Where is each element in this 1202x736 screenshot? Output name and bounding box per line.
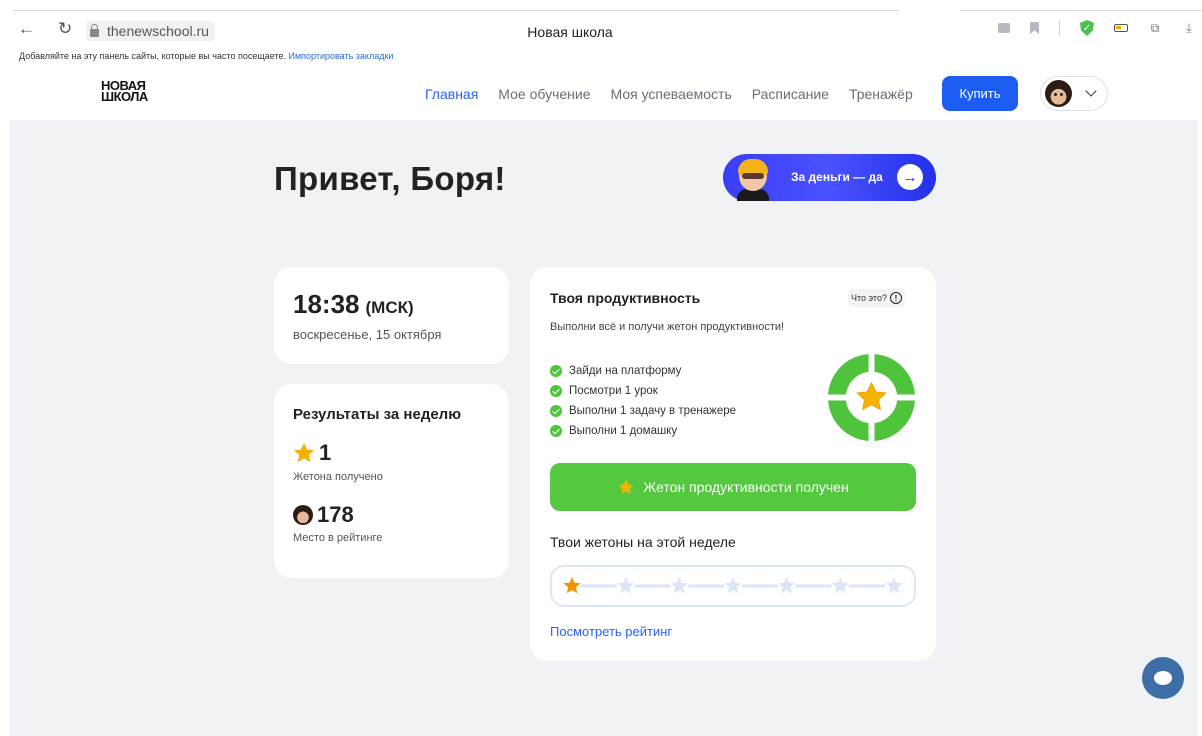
current-date: воскресенье, 15 октября bbox=[293, 327, 442, 342]
chat-button[interactable] bbox=[1142, 657, 1184, 699]
tokens-label: Жетона получено bbox=[293, 471, 383, 483]
download-icon[interactable]: ⤓ bbox=[1182, 21, 1196, 35]
what-is-this-button[interactable]: Что это? ! bbox=[848, 289, 905, 307]
productivity-subtitle: Выполни всё и получи жетон продуктивност… bbox=[550, 321, 785, 333]
time-card: 18:38 (МСК) воскресенье, 15 октября bbox=[274, 267, 509, 364]
scrollbar-track[interactable] bbox=[1198, 120, 1202, 736]
productivity-card: Твоя продуктивность Что это? ! Выполни в… bbox=[530, 267, 936, 661]
token-star-empty bbox=[724, 577, 742, 594]
star-icon bbox=[294, 443, 314, 462]
time-value: 18:38 bbox=[293, 289, 360, 319]
nav-item-home[interactable]: Главная bbox=[425, 86, 478, 102]
token-star-empty bbox=[831, 577, 849, 594]
avatar bbox=[1045, 80, 1072, 107]
week-tokens-title: Твои жетоны на этой неделе bbox=[550, 534, 736, 550]
task-label: Зайди на платформу bbox=[569, 365, 682, 377]
bookmarks-bar: Добавляйте на эту панель сайты, которые … bbox=[0, 48, 1202, 64]
arrow-right-icon: → bbox=[897, 164, 923, 190]
token-star-empty bbox=[617, 577, 635, 594]
nav-item-my-learning[interactable]: Мое обучение bbox=[498, 86, 590, 102]
rank-stat: 178 bbox=[293, 502, 354, 528]
view-rating-link[interactable]: Посмотреть рейтинг bbox=[550, 624, 672, 639]
bookmarks-hint: Добавляйте на эту панель сайты, которые … bbox=[19, 51, 286, 61]
site-logo[interactable]: НОВАЯ ШКОЛА bbox=[101, 79, 148, 104]
nav-item-schedule[interactable]: Расписание bbox=[752, 86, 829, 102]
nav-item-my-progress[interactable]: Моя успеваемость bbox=[611, 86, 732, 102]
productivity-ring bbox=[827, 353, 916, 442]
check-icon bbox=[550, 405, 562, 417]
page-title: Привет, Боря! bbox=[274, 160, 506, 197]
nav-item-trainer[interactable]: Тренажёр bbox=[849, 86, 913, 102]
rank-value: 178 bbox=[317, 502, 354, 527]
info-icon: ! bbox=[889, 292, 902, 304]
tab-divider bbox=[960, 10, 1202, 11]
check-icon bbox=[550, 365, 562, 377]
list-item: Посмотри 1 урок bbox=[550, 381, 736, 401]
main-nav: Главная Мое обучение Моя успеваемость Ра… bbox=[425, 86, 913, 102]
token-star-earned bbox=[563, 577, 581, 594]
site-header: НОВАЯ ШКОЛА Главная Мое обучение Моя усп… bbox=[0, 64, 1202, 120]
shield-icon[interactable]: ✓ bbox=[1080, 20, 1094, 36]
tokens-value: 1 bbox=[319, 440, 332, 465]
token-received-button[interactable]: Жетон продуктивности получен bbox=[550, 463, 916, 511]
import-bookmarks-link[interactable]: Импортировать закладки bbox=[289, 51, 394, 61]
logo-line2: ШКОЛА bbox=[101, 89, 148, 104]
extensions-area: ✓ ⧉ ⤓ bbox=[998, 20, 1196, 36]
task-label: Посмотри 1 урок bbox=[569, 385, 658, 397]
weekly-results-card: Результаты за неделю 1 Жетона получено 1… bbox=[274, 384, 509, 578]
promo-label: За деньги — да bbox=[791, 170, 883, 184]
token-star-empty bbox=[778, 577, 796, 594]
list-item: Выполни 1 задачу в тренажере bbox=[550, 401, 736, 421]
productivity-title: Твоя продуктивность bbox=[550, 290, 701, 306]
page-tab-title: Новая школа bbox=[527, 24, 613, 40]
avatar-icon bbox=[293, 505, 313, 525]
rank-label: Место в рейтинге bbox=[293, 532, 383, 544]
list-item: Выполни 1 домашку bbox=[550, 421, 736, 441]
tokens-stat: 1 bbox=[293, 440, 331, 466]
task-list: Зайди на платформу Посмотри 1 урок Выпол… bbox=[550, 361, 736, 441]
tab-divider bbox=[12, 10, 900, 11]
extension-icon[interactable]: ⧉ bbox=[1148, 21, 1162, 35]
toolbar-separator bbox=[1059, 21, 1060, 35]
battery-icon[interactable] bbox=[1114, 24, 1128, 32]
token-button-label: Жетон продуктивности получен bbox=[643, 479, 849, 495]
check-icon bbox=[550, 385, 562, 397]
token-star-empty bbox=[885, 577, 903, 594]
week-tokens-chart bbox=[563, 577, 903, 594]
star-icon bbox=[618, 479, 634, 494]
check-icon bbox=[550, 425, 562, 437]
promo-character-icon bbox=[735, 157, 771, 201]
list-item: Зайди на платформу bbox=[550, 361, 736, 381]
promo-banner[interactable]: За деньги — да → bbox=[723, 154, 936, 201]
buy-button[interactable]: Купить bbox=[942, 76, 1018, 111]
task-label: Выполни 1 домашку bbox=[569, 425, 678, 437]
messages-icon[interactable] bbox=[998, 23, 1010, 33]
browser-toolbar: ← ↻ thenewschool.ru Новая школа ✓ ⧉ ⤓ bbox=[0, 0, 1202, 48]
chevron-down-icon bbox=[1085, 85, 1097, 97]
bookmark-icon[interactable] bbox=[1030, 22, 1039, 34]
task-label: Выполни 1 задачу в тренажере bbox=[569, 405, 737, 417]
token-star-empty bbox=[670, 577, 688, 594]
what-is-this-label: Что это? bbox=[851, 293, 887, 303]
profile-menu[interactable] bbox=[1040, 76, 1108, 111]
current-time: 18:38 (МСК) bbox=[293, 289, 414, 320]
week-tokens-track bbox=[550, 565, 916, 607]
results-title: Результаты за неделю bbox=[293, 406, 462, 423]
chat-icon bbox=[1154, 671, 1172, 685]
timezone: (МСК) bbox=[365, 298, 414, 317]
